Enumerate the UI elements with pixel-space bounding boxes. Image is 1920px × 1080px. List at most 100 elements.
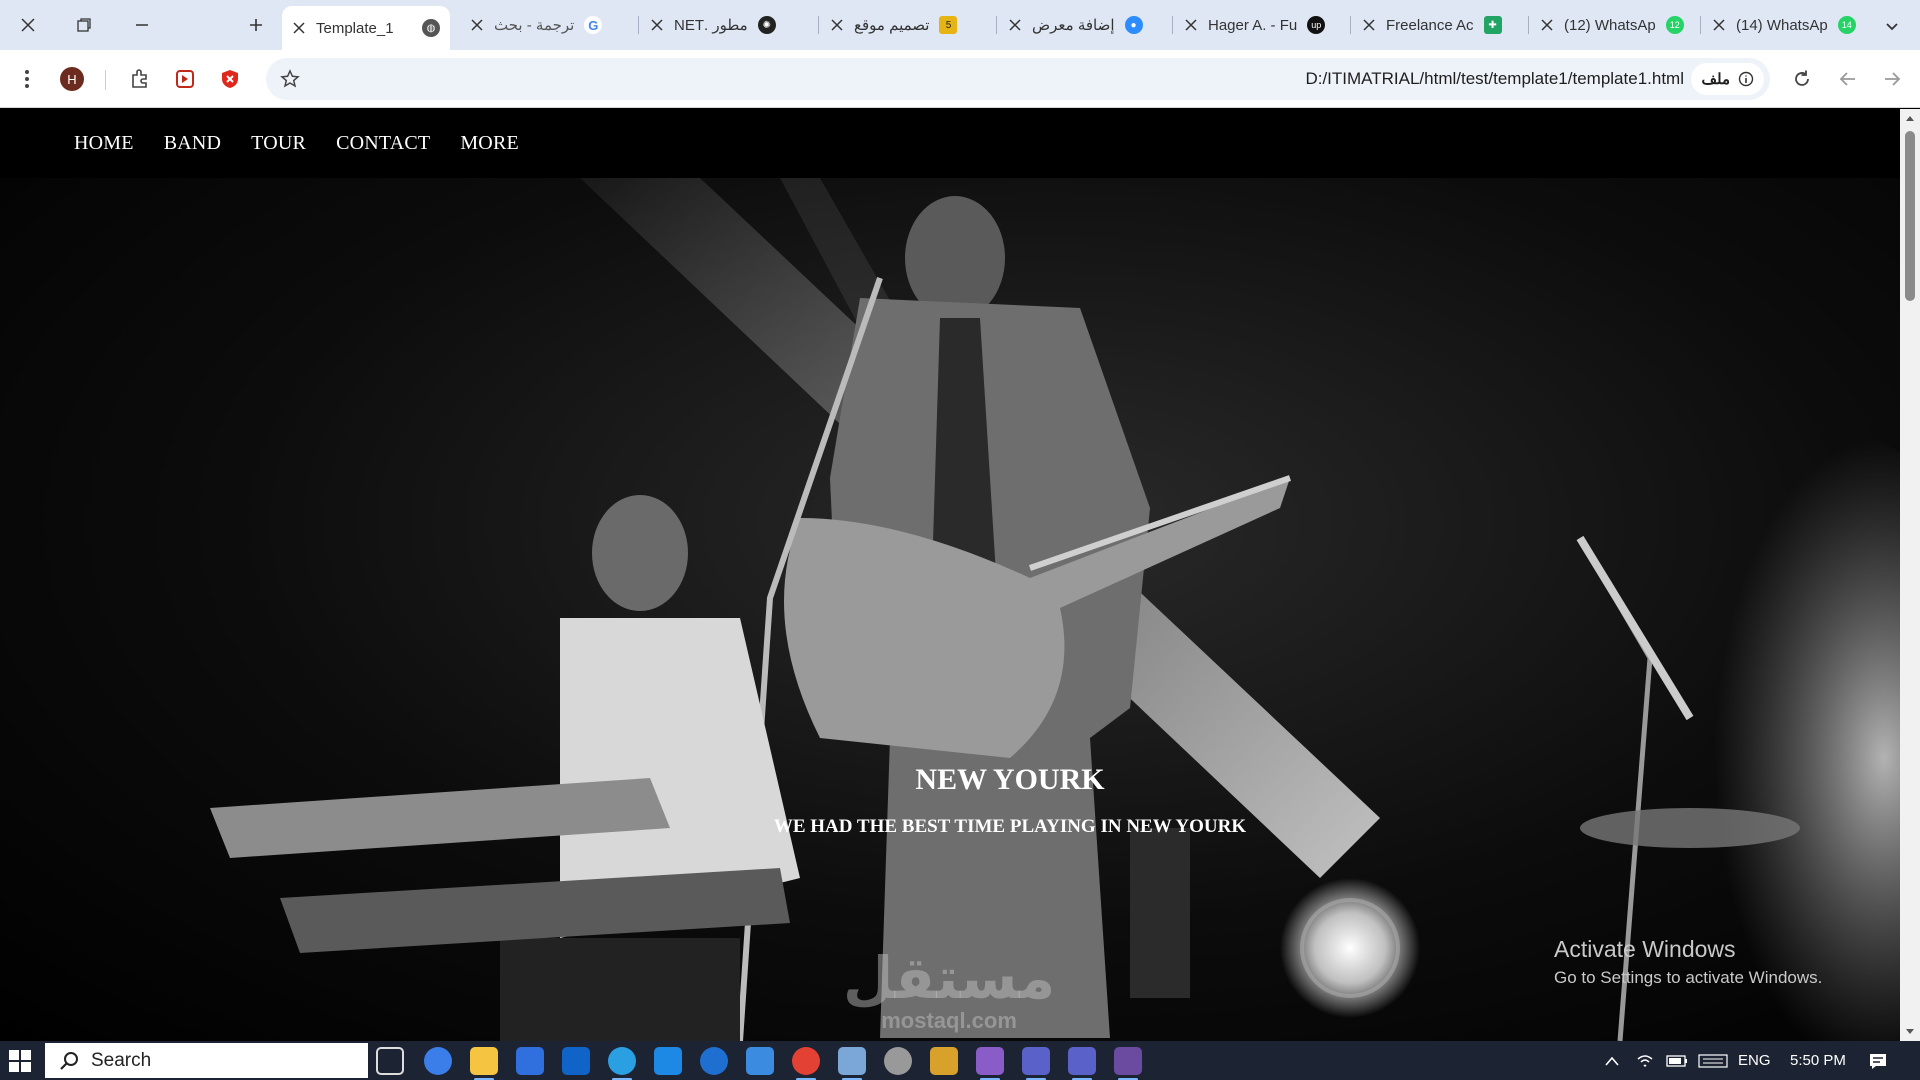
- store-icon[interactable]: [516, 1047, 544, 1075]
- page-scrollbar[interactable]: [1900, 109, 1920, 1041]
- arrow-right-icon: [1885, 72, 1901, 86]
- tab-whatsapp-12[interactable]: (12) WhatsAp 12: [1530, 6, 1698, 44]
- tab-template-1[interactable]: Template_1 ◍: [282, 6, 450, 50]
- tab-title: إضافة معرض: [1032, 17, 1115, 34]
- close-icon[interactable]: [650, 18, 664, 32]
- restore-icon: [77, 18, 91, 32]
- notifications-icon[interactable]: [1868, 1041, 1888, 1080]
- office-icon[interactable]: [930, 1047, 958, 1075]
- restore-window-button[interactable]: [64, 8, 104, 42]
- close-icon[interactable]: [1540, 18, 1554, 32]
- nav-tour[interactable]: TOUR: [251, 132, 306, 155]
- close-icon[interactable]: [292, 21, 306, 35]
- forward-button[interactable]: [1876, 63, 1908, 95]
- close-icon[interactable]: [1362, 18, 1376, 32]
- address-bar[interactable]: D:/ITIMATRIAL/html/test/template1/templa…: [266, 58, 1770, 100]
- file-explorer-icon[interactable]: [470, 1047, 498, 1080]
- close-icon[interactable]: [1184, 18, 1198, 32]
- tab-title: Template_1: [316, 19, 394, 37]
- chevron-down-icon: [1886, 23, 1898, 31]
- tab-title: مطور .NET: [674, 17, 748, 34]
- app-icon[interactable]: [1114, 1047, 1142, 1080]
- teams-icon[interactable]: [1022, 1047, 1050, 1080]
- outlook-icon[interactable]: [562, 1047, 590, 1075]
- concert-photo: [210, 178, 1900, 1041]
- bookmark-button[interactable]: [278, 67, 302, 91]
- tab-dotnet[interactable]: مطور .NET ✺: [640, 6, 808, 44]
- wifi-icon[interactable]: [1636, 1041, 1654, 1080]
- nav-more[interactable]: MORE: [460, 132, 519, 155]
- tab-add-gallery[interactable]: إضافة معرض ●: [998, 6, 1166, 44]
- menu-button[interactable]: [11, 63, 43, 95]
- site-chip-label: ملف: [1701, 71, 1730, 88]
- app-icon[interactable]: [838, 1047, 866, 1080]
- web-page: HOME BAND TOUR CONTACT MORE NEW YOURK WE…: [0, 109, 1900, 1041]
- arrow-left-icon: [1839, 72, 1855, 86]
- chrome-icon[interactable]: [792, 1047, 820, 1080]
- app-icon[interactable]: [746, 1047, 774, 1075]
- circle-app-icon: ●: [1124, 16, 1143, 34]
- tab-translate[interactable]: ترجمة - بحث G: [460, 6, 628, 44]
- vscode-icon[interactable]: [654, 1047, 682, 1075]
- nav-home[interactable]: HOME: [74, 132, 134, 155]
- word-icon[interactable]: [700, 1047, 728, 1075]
- reload-button[interactable]: [1786, 63, 1818, 95]
- avatar: H: [60, 67, 84, 91]
- minimize-window-button[interactable]: [122, 8, 162, 42]
- app-icon[interactable]: [884, 1047, 912, 1075]
- battery-icon[interactable]: [1666, 1041, 1688, 1080]
- close-icon[interactable]: [470, 18, 484, 32]
- windows-start-icon[interactable]: [8, 1049, 32, 1073]
- url-text[interactable]: D:/ITIMATRIAL/html/test/template1/templa…: [1305, 69, 1684, 89]
- clock[interactable]: 5:50 PM: [1790, 1041, 1846, 1080]
- video-downloader-icon: [176, 70, 194, 88]
- language-indicator[interactable]: ENG: [1738, 1041, 1771, 1080]
- scroll-thumb[interactable]: [1905, 131, 1915, 301]
- visual-studio-icon[interactable]: [976, 1047, 1004, 1080]
- tab-title: تصميم موقع: [854, 17, 930, 34]
- activate-subtitle: Go to Settings to activate Windows.: [1554, 968, 1823, 987]
- tab-title: Freelance Ac: [1386, 16, 1474, 34]
- close-icon[interactable]: [830, 18, 844, 32]
- new-tab-button[interactable]: [240, 8, 272, 42]
- activate-windows-notice: Activate Windows Go to Settings to activ…: [1554, 936, 1822, 988]
- tab-website-design[interactable]: تصميم موقع 5: [820, 6, 988, 44]
- teams-icon[interactable]: [1068, 1047, 1096, 1080]
- tab-hager[interactable]: Hager A. - Fu up: [1174, 6, 1342, 44]
- reload-icon: [1795, 70, 1809, 86]
- edge-icon[interactable]: [608, 1047, 636, 1080]
- upwork-icon: up: [1307, 16, 1326, 34]
- tray-chevron-icon[interactable]: [1604, 1041, 1620, 1080]
- minimize-icon: [136, 24, 148, 26]
- keyboard-icon[interactable]: [1698, 1041, 1728, 1080]
- tab-title: (14) WhatsAp: [1736, 16, 1828, 34]
- adblock-button[interactable]: [214, 63, 246, 95]
- extension-red-button[interactable]: [169, 63, 201, 95]
- scroll-down-icon[interactable]: [1905, 1027, 1915, 1037]
- tab-search-button[interactable]: [1878, 12, 1906, 40]
- copilot-icon[interactable]: [424, 1047, 452, 1075]
- nav-band[interactable]: BAND: [164, 132, 221, 155]
- tab-whatsapp-14[interactable]: (14) WhatsAp 14: [1702, 6, 1870, 44]
- tab-divider: [1350, 16, 1351, 34]
- taskbar-search[interactable]: Search: [45, 1043, 368, 1078]
- scroll-up-icon[interactable]: [1905, 113, 1915, 123]
- close-window-button[interactable]: [8, 8, 48, 42]
- nav-contact[interactable]: CONTACT: [336, 132, 430, 155]
- close-icon[interactable]: [1712, 18, 1726, 32]
- task-view-icon[interactable]: [376, 1047, 404, 1075]
- hero-subtitle: WE HAD THE BEST TIME PLAYING IN NEW YOUR…: [773, 816, 1247, 837]
- back-button[interactable]: [1832, 63, 1864, 95]
- globe-icon: ◍: [422, 19, 440, 37]
- star-icon: [280, 69, 300, 88]
- tab-freelance[interactable]: Freelance Ac ✚: [1352, 6, 1520, 44]
- close-icon[interactable]: [1008, 18, 1022, 32]
- close-icon: [21, 18, 35, 32]
- tab-divider: [818, 16, 819, 34]
- profile-button[interactable]: H: [56, 63, 88, 95]
- site-info-chip[interactable]: ملف: [1691, 63, 1764, 95]
- extensions-button[interactable]: [124, 63, 156, 95]
- windows-taskbar: Search ENG 5:50 PM: [0, 1041, 1920, 1080]
- browser-tabstrip: Template_1 ◍ ترجمة - بحث G مطور .NET ✺ ت…: [0, 0, 1920, 50]
- watermark-arabic: مستقل: [843, 944, 1056, 1012]
